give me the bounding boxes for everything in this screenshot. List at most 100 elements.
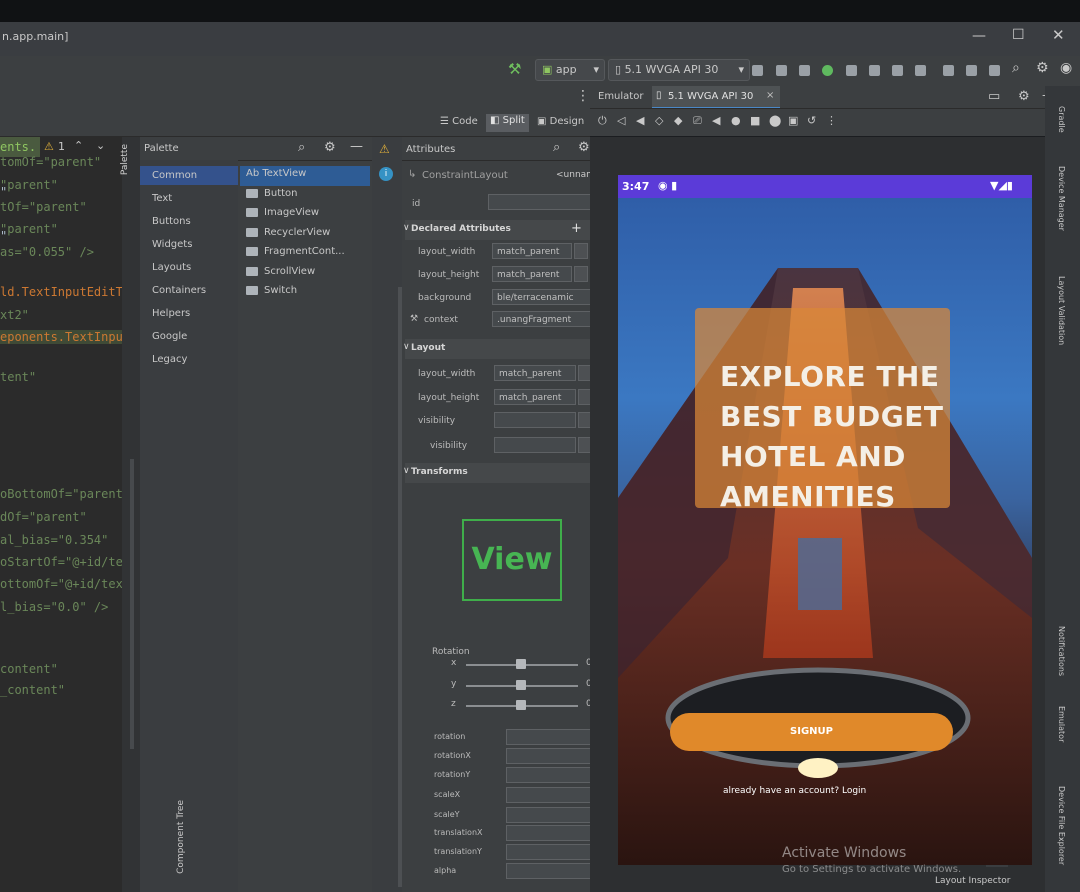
palette-side-tab[interactable]: Palette (118, 140, 138, 200)
attr-value[interactable]: match_parent (492, 266, 572, 282)
palette-category-layouts[interactable]: Layouts (152, 262, 191, 273)
rotate-left-icon[interactable]: ◇ (655, 114, 663, 127)
slider-knob[interactable] (516, 700, 526, 710)
run-config-dropdown[interactable]: ▣ app ▾ (535, 59, 605, 81)
power-icon[interactable]: ⏻ (598, 114, 607, 128)
login-link[interactable]: already have an account? Login (723, 786, 866, 796)
palette-category-widgets[interactable]: Widgets (152, 239, 192, 250)
home-icon[interactable]: ● (731, 114, 741, 127)
rerun-icon[interactable] (752, 65, 763, 76)
component-tree-tab[interactable]: Component Tree (176, 800, 190, 892)
layout-inspector-tab[interactable]: Layout Inspector (935, 876, 1010, 886)
more-options-icon[interactable]: ⋮ (826, 114, 837, 127)
record-icon[interactable]: ▣ (788, 114, 798, 127)
palette-category-buttons[interactable]: Buttons (152, 216, 191, 227)
gear-icon[interactable]: ⚙ (1036, 60, 1049, 76)
warning-icon[interactable]: ⚠ (44, 140, 54, 153)
attr-value[interactable]: match_parent (494, 365, 576, 381)
more-options-icon[interactable]: ⋮ (576, 88, 590, 104)
overview-icon[interactable]: ■ (750, 114, 760, 127)
info-icon[interactable]: i (379, 167, 393, 181)
transform-field-input[interactable] (506, 767, 598, 783)
transform-field-input[interactable] (506, 825, 598, 841)
attr-value[interactable] (494, 412, 576, 428)
section-header[interactable]: Layout ∨ (403, 339, 592, 359)
design-mode-button[interactable]: ▣ Design (537, 116, 584, 127)
hammer-icon[interactable]: ⚒ (508, 60, 521, 78)
gear-icon[interactable]: ⚙ (578, 140, 590, 155)
tool-window-tab[interactable]: Device Manager (1057, 166, 1066, 231)
attr-value[interactable]: ble/terracenamic (492, 289, 592, 305)
snapshot-icon[interactable]: ↺ (807, 114, 816, 127)
chevron-down-icon[interactable] (574, 243, 588, 259)
signup-button[interactable]: SIGNUP (670, 713, 953, 751)
palette-category-helpers[interactable]: Helpers (152, 308, 190, 319)
transform-field-input[interactable] (506, 787, 598, 803)
volume-up-icon[interactable]: ◀ (636, 114, 644, 127)
close-window-icon[interactable]: ✕ (1052, 26, 1065, 44)
restore-layout-icon[interactable]: ▭ (988, 89, 1000, 104)
attach-debugger-icon[interactable] (869, 65, 880, 76)
transform-field-input[interactable] (506, 729, 598, 745)
tab-device[interactable]: ▯ 5.1 WVGA API 30 × (652, 86, 780, 109)
transform-field-input[interactable] (506, 844, 598, 860)
sdk-manager-icon[interactable] (966, 65, 977, 76)
add-attribute-icon[interactable]: + (571, 221, 582, 236)
gear-icon[interactable]: ⚙ (1018, 89, 1030, 104)
code-mode-button[interactable]: ☰ Code (440, 116, 478, 127)
maximize-icon[interactable]: ☐ (1012, 27, 1025, 43)
back-icon[interactable]: ◀ (712, 114, 720, 127)
code-editor[interactable]: ents. ⚠ 1 ⌃ ⌄ " " tomOf="parent" "parent"… (0, 137, 152, 892)
palette-category-legacy[interactable]: Legacy (152, 354, 187, 365)
search-icon[interactable]: ⌕ (553, 140, 560, 155)
phone-screen[interactable]: 3:47 ◉ ▮ ▼◢▮ EXPLORE THE BEST BUDGET HOTEL… (618, 175, 1032, 865)
tab-emulator[interactable]: Emulator (598, 91, 643, 102)
fold-icon[interactable]: ⎚ (693, 114, 702, 128)
screenshot-icon[interactable]: ⬤ (769, 114, 781, 127)
transform-field-input[interactable] (506, 863, 598, 879)
chevron-down-icon[interactable] (574, 266, 588, 282)
sync-icon[interactable] (915, 65, 926, 76)
close-icon[interactable]: × (766, 90, 774, 101)
search-icon[interactable]: ⌕ (1012, 60, 1020, 76)
gear-icon[interactable]: ⚙ (324, 140, 336, 155)
stop-icon[interactable] (892, 65, 903, 76)
section-header[interactable]: Transforms ∨ (403, 463, 592, 483)
previous-highlight-icon[interactable]: ⌃ (74, 139, 83, 152)
apply-changes-icon[interactable] (776, 65, 787, 76)
editor-scrollbar[interactable] (130, 459, 134, 749)
transform-field-input[interactable] (506, 748, 598, 764)
split-mode-button[interactable]: ◧ Split (486, 114, 529, 132)
id-field[interactable] (488, 194, 592, 210)
transform-field-input[interactable] (506, 807, 598, 823)
avatar[interactable]: ◉ (1060, 60, 1072, 76)
profile-tool-icon[interactable] (989, 65, 1000, 76)
attr-value[interactable] (494, 437, 576, 453)
rotate-right-icon[interactable]: ◆ (674, 114, 682, 127)
slider-knob[interactable] (516, 659, 526, 669)
tool-window-tab[interactable]: Notifications (1057, 626, 1066, 676)
search-icon[interactable]: ⌕ (298, 140, 305, 155)
palette-category-google[interactable]: Google (152, 331, 187, 342)
attr-value[interactable]: match_parent (492, 243, 572, 259)
minimize-icon[interactable]: — (972, 28, 986, 44)
tool-window-tab[interactable]: Layout Validation (1057, 276, 1066, 345)
tool-window-tab[interactable]: Emulator (1057, 706, 1066, 742)
tool-window-tab[interactable]: Device File Explorer (1057, 786, 1066, 865)
attr-value[interactable]: .unangFragment (492, 311, 592, 327)
palette-category-text[interactable]: Text (152, 193, 172, 204)
slider-knob[interactable] (516, 680, 526, 690)
apply-code-icon[interactable] (799, 65, 810, 76)
volume-down-icon[interactable]: ◁ (617, 114, 625, 127)
attr-value[interactable]: match_parent (494, 389, 576, 405)
hide-panel-icon[interactable]: — (350, 139, 363, 154)
device-dropdown[interactable]: ▯ 5.1 WVGA API 30 ▾ (608, 59, 750, 81)
palette-category-containers[interactable]: Containers (152, 285, 206, 296)
profile-icon[interactable] (846, 65, 857, 76)
tool-window-tab[interactable]: Gradle (1057, 106, 1066, 133)
next-highlight-icon[interactable]: ⌄ (96, 139, 105, 152)
debug-icon[interactable] (822, 65, 833, 76)
warning-icon[interactable]: ⚠ (379, 142, 390, 156)
section-header[interactable]: Declared Attributes ∨ + (403, 220, 592, 240)
device-manager-icon[interactable] (943, 65, 954, 76)
